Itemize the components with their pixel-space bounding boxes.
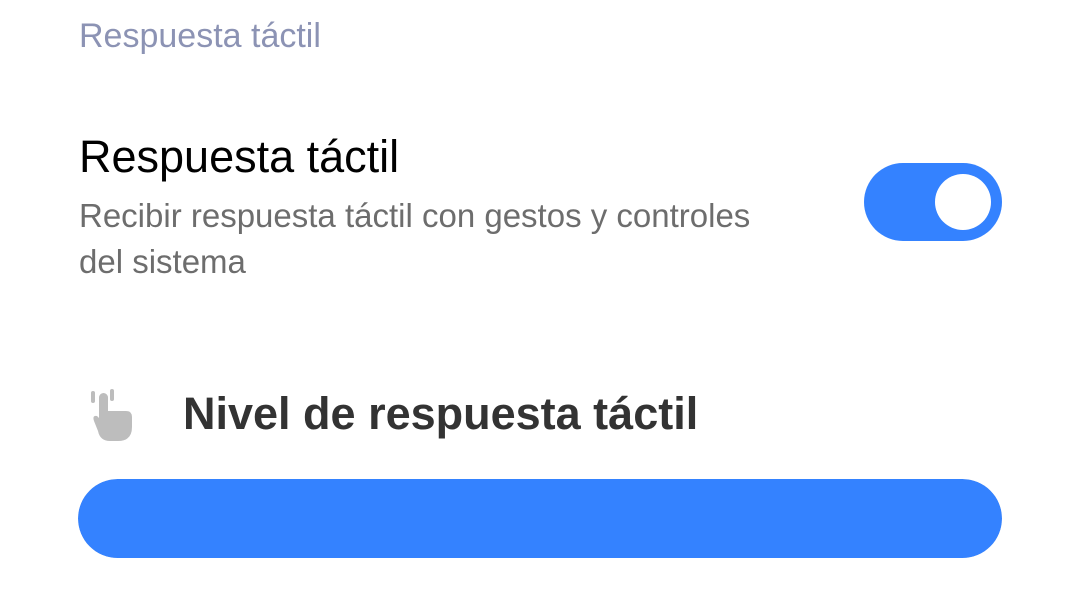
haptic-feedback-toggle[interactable] bbox=[864, 163, 1002, 241]
haptic-feedback-description: Recibir respuesta táctil con gestos y co… bbox=[79, 197, 751, 280]
haptic-level-row: Nivel de respuesta táctil bbox=[0, 375, 1080, 455]
section-header: Respuesta táctil bbox=[79, 17, 321, 55]
haptic-level-title: Nivel de respuesta táctil bbox=[183, 388, 699, 439]
haptic-settings-page: Respuesta táctil Respuesta táctil Recibi… bbox=[0, 0, 1080, 595]
haptic-feedback-setting-row[interactable]: Respuesta táctil Recibir respuesta tácti… bbox=[0, 120, 1080, 300]
haptic-level-slider[interactable] bbox=[78, 479, 1002, 558]
slider-fill bbox=[78, 479, 1002, 558]
toggle-knob bbox=[935, 174, 991, 230]
touch-hand-icon bbox=[86, 387, 136, 443]
haptic-feedback-title: Respuesta táctil bbox=[79, 131, 400, 182]
